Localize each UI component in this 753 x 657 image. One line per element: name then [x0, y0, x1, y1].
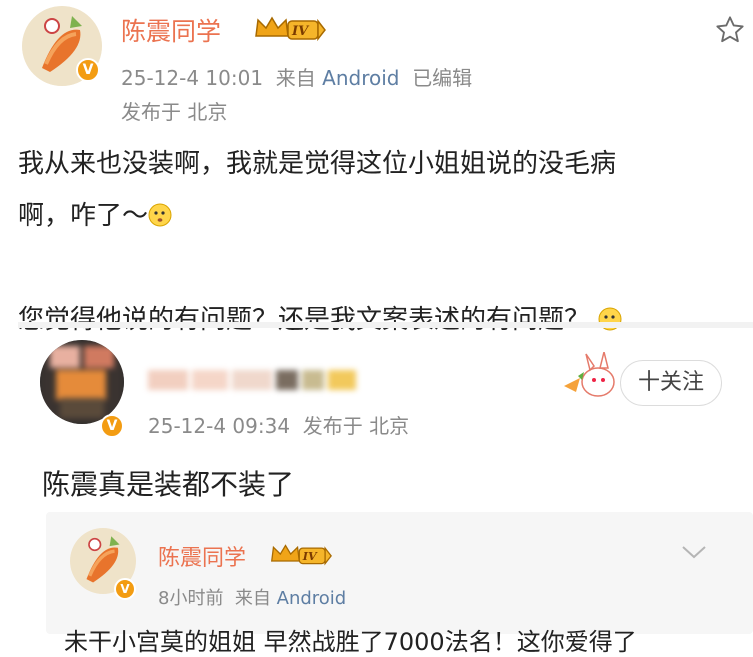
thinking-emoji-icon — [598, 297, 622, 331]
comment-text: 陈震真是装都不装了 — [42, 468, 295, 501]
post-source[interactable]: Android — [322, 66, 399, 90]
reply-card — [46, 512, 753, 634]
chevron-down-icon[interactable] — [680, 542, 708, 566]
comment-location: 发布于 北京 — [302, 414, 410, 438]
post-date: 25-12-4 10:01 — [121, 66, 264, 90]
reply-meta: 8小时前 来自 Android — [158, 584, 346, 610]
reply-author-name[interactable]: 陈震同学 — [158, 540, 246, 572]
post-line-2: 啊，咋了～ — [18, 190, 738, 242]
blurred-name-image — [148, 370, 356, 390]
reply-time: 8小时前 — [158, 588, 224, 609]
follow-button[interactable]: 十关注 — [620, 360, 722, 406]
post-author-name[interactable]: 陈震同学 — [121, 12, 221, 48]
level-text: IV — [302, 549, 318, 563]
post-source-prefix: 来自 — [275, 66, 316, 90]
thinking-emoji-icon — [148, 193, 172, 227]
verified-v-icon: V — [76, 58, 100, 82]
blurred-avatar-image — [40, 340, 124, 424]
section-divider — [18, 322, 753, 328]
comment-meta: 25-12-4 09:34 发布于 北京 — [148, 410, 409, 439]
post-line-1: 我从来也没装啊，我就是觉得这位小姐姐说的没毛病 — [18, 149, 617, 179]
post-body: 我从来也没装啊，我就是觉得这位小姐姐说的没毛病 啊，咋了～ 您觉得他说的有问题？… — [18, 138, 738, 346]
star-icon[interactable] — [714, 14, 746, 50]
reply-source[interactable]: Android — [277, 588, 347, 609]
comment-avatar[interactable] — [40, 340, 124, 424]
post-meta: 25-12-4 10:01 来自 Android 已编辑 — [121, 62, 472, 91]
crown-level-icon: IV — [270, 542, 332, 572]
post-line-3: 您觉得他说的有问题？还是我文案表述的有问题？ — [18, 294, 738, 346]
bunny-carrot-icon — [560, 351, 620, 406]
verified-v-icon: V — [114, 578, 136, 600]
verified-v-icon: V — [100, 414, 124, 438]
reply-source-prefix: 来自 — [234, 588, 271, 609]
reply-partial-text: 未干小宫莫的姐姐 早然战胜了7000法名！这你爱得了 — [64, 628, 637, 656]
comment-author-name-blurred[interactable] — [148, 366, 358, 394]
crown-level-icon: IV — [254, 14, 326, 48]
post-location: 发布于 北京 — [121, 100, 228, 124]
comment-date: 25-12-4 09:34 — [148, 414, 291, 438]
level-text: IV — [291, 24, 310, 39]
post-edited: 已编辑 — [412, 66, 473, 90]
